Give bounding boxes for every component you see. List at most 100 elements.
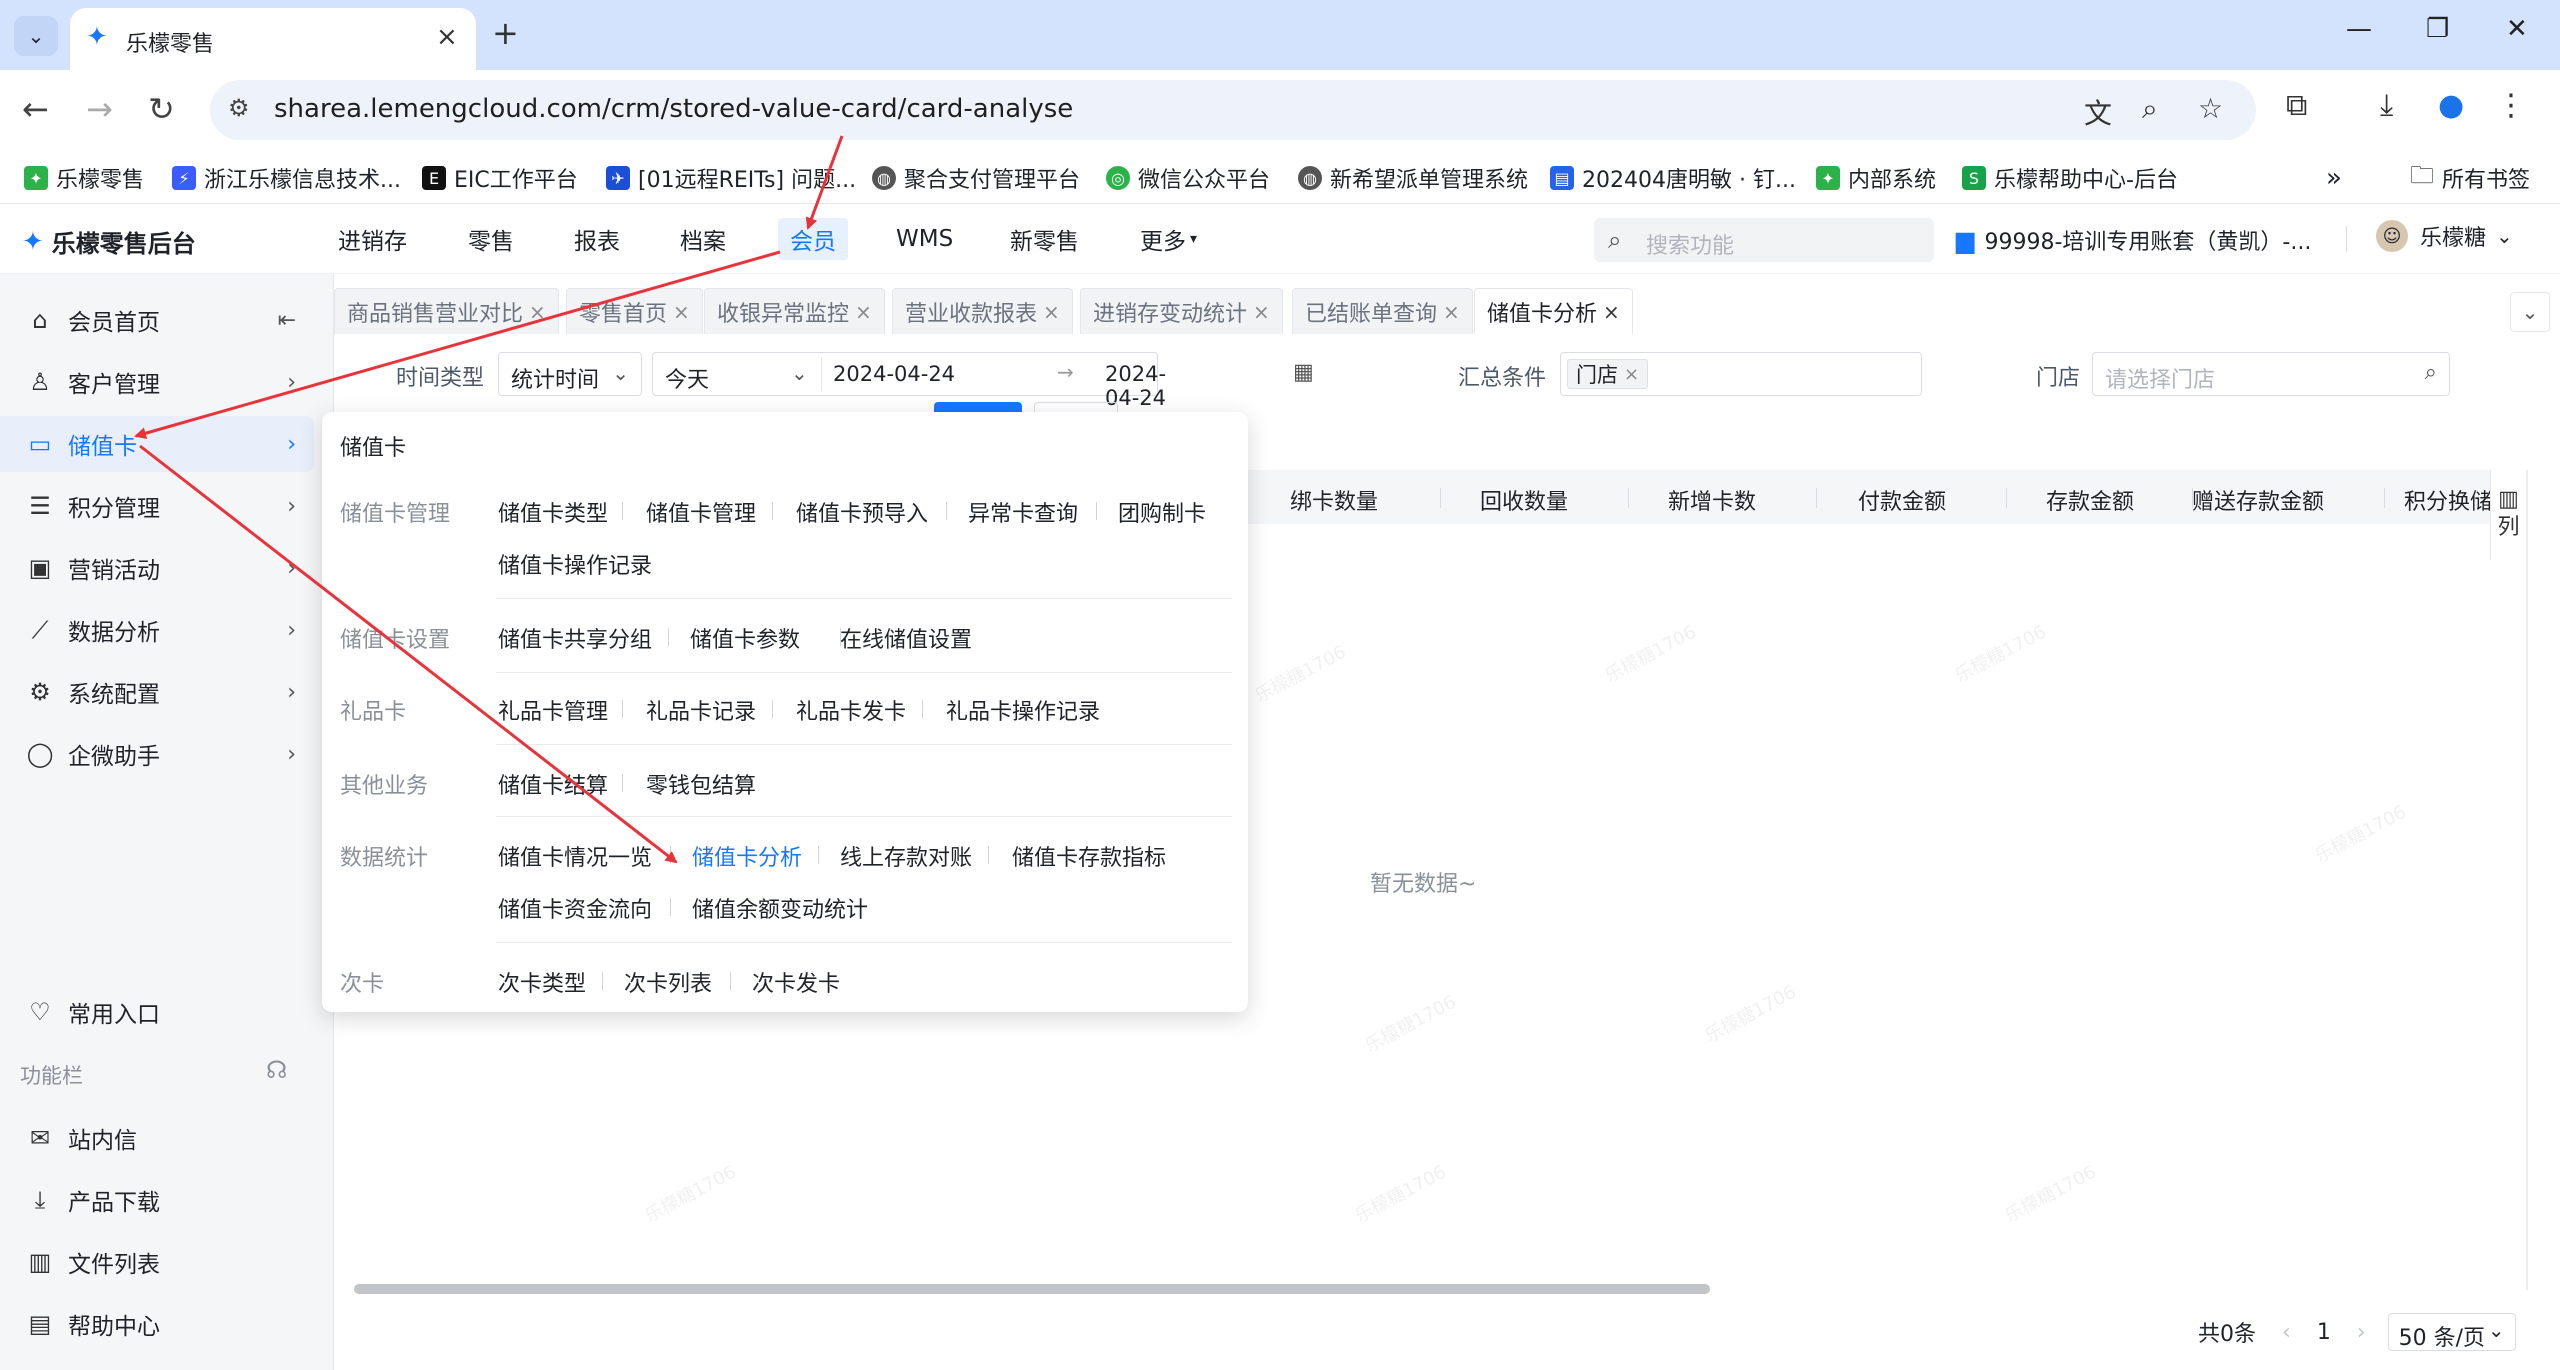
page-size-select[interactable]: 50 条/页 ⌄ bbox=[2387, 1313, 2516, 1351]
menu-item-deposit-indicators[interactable]: 储值卡存款指标 bbox=[1012, 840, 1166, 872]
nav-wms[interactable]: WMS bbox=[896, 204, 953, 274]
bookmark-item[interactable]: ▤ 202404唐明敏 · 钉... bbox=[1550, 160, 1796, 196]
browser-menu-icon[interactable]: ⋮ bbox=[2496, 88, 2526, 123]
reload-icon[interactable]: ↻ bbox=[148, 90, 175, 128]
bookmark-item[interactable]: ✈ [01远程REITs] 问题... bbox=[606, 160, 856, 196]
close-icon[interactable]: × bbox=[1624, 364, 1639, 385]
column-separator[interactable] bbox=[2384, 488, 2385, 508]
start-date[interactable]: 2024-04-24 bbox=[833, 362, 955, 386]
tab-search-chevron-icon[interactable]: ⌄ bbox=[14, 16, 58, 56]
time-type-select[interactable]: 统计时间 ⌄ bbox=[498, 352, 642, 396]
restore-icon[interactable]: ❐ bbox=[2426, 14, 2449, 44]
new-tab-plus-icon[interactable]: + bbox=[492, 14, 519, 52]
close-icon[interactable]: × bbox=[529, 300, 546, 324]
bookmark-item[interactable]: E EIC工作平台 bbox=[422, 160, 578, 196]
menu-item-group-card-making[interactable]: 团购制卡 bbox=[1118, 496, 1206, 528]
column-header[interactable]: 存款金额 bbox=[2046, 484, 2134, 516]
menu-item-card-management[interactable]: 储值卡管理 bbox=[646, 496, 756, 528]
collapse-sidebar-icon[interactable]: ⇤ bbox=[278, 308, 296, 333]
menu-item-balance-change-stats[interactable]: 储值余额变动统计 bbox=[692, 892, 868, 924]
nav-member[interactable]: 会员 bbox=[778, 204, 848, 274]
bookmark-item[interactable]: ◎ 微信公众平台 bbox=[1106, 160, 1270, 196]
menu-item-card-preimport[interactable]: 储值卡预导入 bbox=[796, 496, 928, 528]
menu-item-card-analysis[interactable]: 储值卡分析 bbox=[692, 840, 802, 872]
address-bar[interactable]: ⚙ sharea.lemengcloud.com/crm/stored-valu… bbox=[210, 80, 2256, 140]
bookmark-item[interactable]: ⚡ 浙江乐檬信息技术... bbox=[172, 160, 401, 196]
menu-item-online-deposit-reconciliation[interactable]: 线上存款对账 bbox=[840, 840, 972, 872]
work-tab[interactable]: 零售首页 × bbox=[566, 288, 703, 334]
nav-new-retail[interactable]: 新零售 bbox=[1010, 204, 1079, 274]
work-tab[interactable]: 进销存变动统计 × bbox=[1080, 288, 1283, 334]
menu-item-times-card-list[interactable]: 次卡列表 bbox=[624, 966, 712, 998]
menu-item-gift-card-management[interactable]: 礼品卡管理 bbox=[498, 694, 608, 726]
menu-item-card-overview[interactable]: 储值卡情况一览 bbox=[498, 840, 652, 872]
column-separator[interactable] bbox=[2006, 488, 2007, 508]
column-separator[interactable] bbox=[1440, 488, 1441, 508]
back-arrow-icon[interactable]: ← bbox=[22, 90, 49, 128]
work-tab-active[interactable]: 储值卡分析 × bbox=[1474, 288, 1633, 334]
close-tab-icon[interactable]: × bbox=[436, 22, 458, 52]
sidebar-item-inbox[interactable]: ✉ 站内信 bbox=[0, 1110, 314, 1166]
work-tab[interactable]: 商品销售营业对比 × bbox=[334, 288, 559, 334]
sidebar-item-wecom-assistant[interactable]: ◯ 企微助手 › bbox=[0, 726, 314, 782]
forward-arrow-icon[interactable]: → bbox=[86, 90, 113, 128]
browser-tab[interactable]: ✦ 乐檬零售 × bbox=[70, 8, 476, 70]
menu-item-shared-group[interactable]: 储值卡共享分组 bbox=[498, 622, 652, 654]
sidebar-item-product-download[interactable]: ⤓ 产品下载 bbox=[0, 1172, 314, 1228]
column-setting-button[interactable]: ▥ 列 bbox=[2490, 470, 2526, 560]
app-logo[interactable]: ✦ 乐檬零售后台 bbox=[22, 224, 196, 259]
nav-retail[interactable]: 零售 bbox=[468, 204, 514, 274]
column-header[interactable]: 赠送存款金额 bbox=[2192, 484, 2324, 516]
extensions-icon[interactable]: ⧉ bbox=[2286, 88, 2307, 123]
summary-condition-select[interactable]: 门店 × bbox=[1560, 352, 1922, 396]
nav-archive[interactable]: 档案 bbox=[680, 204, 726, 274]
column-header[interactable]: 积分换储 bbox=[2404, 484, 2492, 516]
prev-page-icon[interactable]: ‹ bbox=[2282, 1320, 2291, 1345]
sidebar-item-customer[interactable]: ♙ 客户管理 › bbox=[0, 354, 314, 410]
sidebar-item-marketing[interactable]: ▣ 营销活动 › bbox=[0, 540, 314, 596]
page-number[interactable]: 1 bbox=[2317, 1320, 2331, 1345]
bookmark-item[interactable]: ✦ 乐檬零售 bbox=[24, 160, 144, 196]
sidebar-item-member-home[interactable]: ⌂ 会员首页 ⇤ bbox=[0, 292, 314, 348]
sidebar-item-file-list[interactable]: ▥ 文件列表 bbox=[0, 1234, 314, 1290]
bookmark-item[interactable]: ✦ 内部系统 bbox=[1816, 160, 1936, 196]
sidebar-item-common-entry[interactable]: ♡ 常用入口 bbox=[0, 984, 314, 1040]
more-bookmarks-icon[interactable]: » bbox=[2326, 160, 2342, 196]
bookmark-star-icon[interactable]: ☆ bbox=[2198, 92, 2223, 125]
function-search-input[interactable]: ⌕ 搜索功能 bbox=[1594, 218, 1934, 262]
sidebar-item-data-analysis[interactable]: ⟋ 数据分析 › bbox=[0, 602, 314, 658]
close-icon[interactable]: × bbox=[673, 300, 690, 324]
nav-more[interactable]: 更多 ▾ bbox=[1140, 204, 1197, 274]
column-header[interactable]: 付款金额 bbox=[1858, 484, 1946, 516]
close-icon[interactable]: × bbox=[1253, 300, 1270, 324]
user-menu[interactable]: ☺ 乐檬糖 ⌄ bbox=[2374, 218, 2513, 254]
menu-item-online-recharge-settings[interactable]: 在线储值设置 bbox=[840, 622, 972, 654]
sidebar-item-system-config[interactable]: ⚙ 系统配置 › bbox=[0, 664, 314, 720]
next-page-icon[interactable]: › bbox=[2357, 1320, 2366, 1345]
sidebar-item-stored-value-card[interactable]: ▭ 储值卡 › bbox=[0, 416, 314, 472]
translate-icon[interactable]: 文 bbox=[2084, 92, 2112, 132]
nav-report[interactable]: 报表 bbox=[574, 204, 620, 274]
calendar-icon[interactable]: ▦ bbox=[1293, 360, 1314, 385]
column-header[interactable]: 回收数量 bbox=[1480, 484, 1568, 516]
work-tab[interactable]: 营业收款报表 × bbox=[892, 288, 1073, 334]
bookmark-item[interactable]: ◍ 新希望派单管理系统 bbox=[1298, 160, 1528, 196]
vertical-scroll-track[interactable] bbox=[2526, 470, 2528, 1290]
work-tab[interactable]: 已结账单查询 × bbox=[1292, 288, 1473, 334]
column-separator[interactable] bbox=[1816, 488, 1817, 508]
download-icon[interactable]: ⤓ bbox=[2380, 88, 2393, 123]
tabs-more-chevron-icon[interactable]: ⌄ bbox=[2510, 292, 2550, 332]
date-range-picker[interactable]: 今天 ⌄ 2024-04-24 → 2024-04-24 ▦ bbox=[652, 352, 1314, 410]
menu-item-gift-card-operation-log[interactable]: 礼品卡操作记录 bbox=[946, 694, 1100, 726]
menu-item-gift-card-records[interactable]: 礼品卡记录 bbox=[646, 694, 756, 726]
close-window-icon[interactable]: ✕ bbox=[2506, 14, 2528, 44]
menu-item-gift-card-issue[interactable]: 礼品卡发卡 bbox=[796, 694, 906, 726]
menu-item-wallet-settlement[interactable]: 零钱包结算 bbox=[646, 768, 756, 800]
horizontal-scrollbar[interactable] bbox=[354, 1284, 1710, 1294]
headset-icon[interactable]: ☊ bbox=[266, 1056, 287, 1084]
nav-purchase-sales[interactable]: 进销存 bbox=[338, 204, 407, 274]
menu-item-times-card-issue[interactable]: 次卡发卡 bbox=[752, 966, 840, 998]
url-text[interactable]: sharea.lemengcloud.com/crm/stored-value-… bbox=[274, 94, 1073, 124]
close-icon[interactable]: × bbox=[1443, 300, 1460, 324]
menu-item-card-settlement[interactable]: 储值卡结算 bbox=[498, 768, 608, 800]
